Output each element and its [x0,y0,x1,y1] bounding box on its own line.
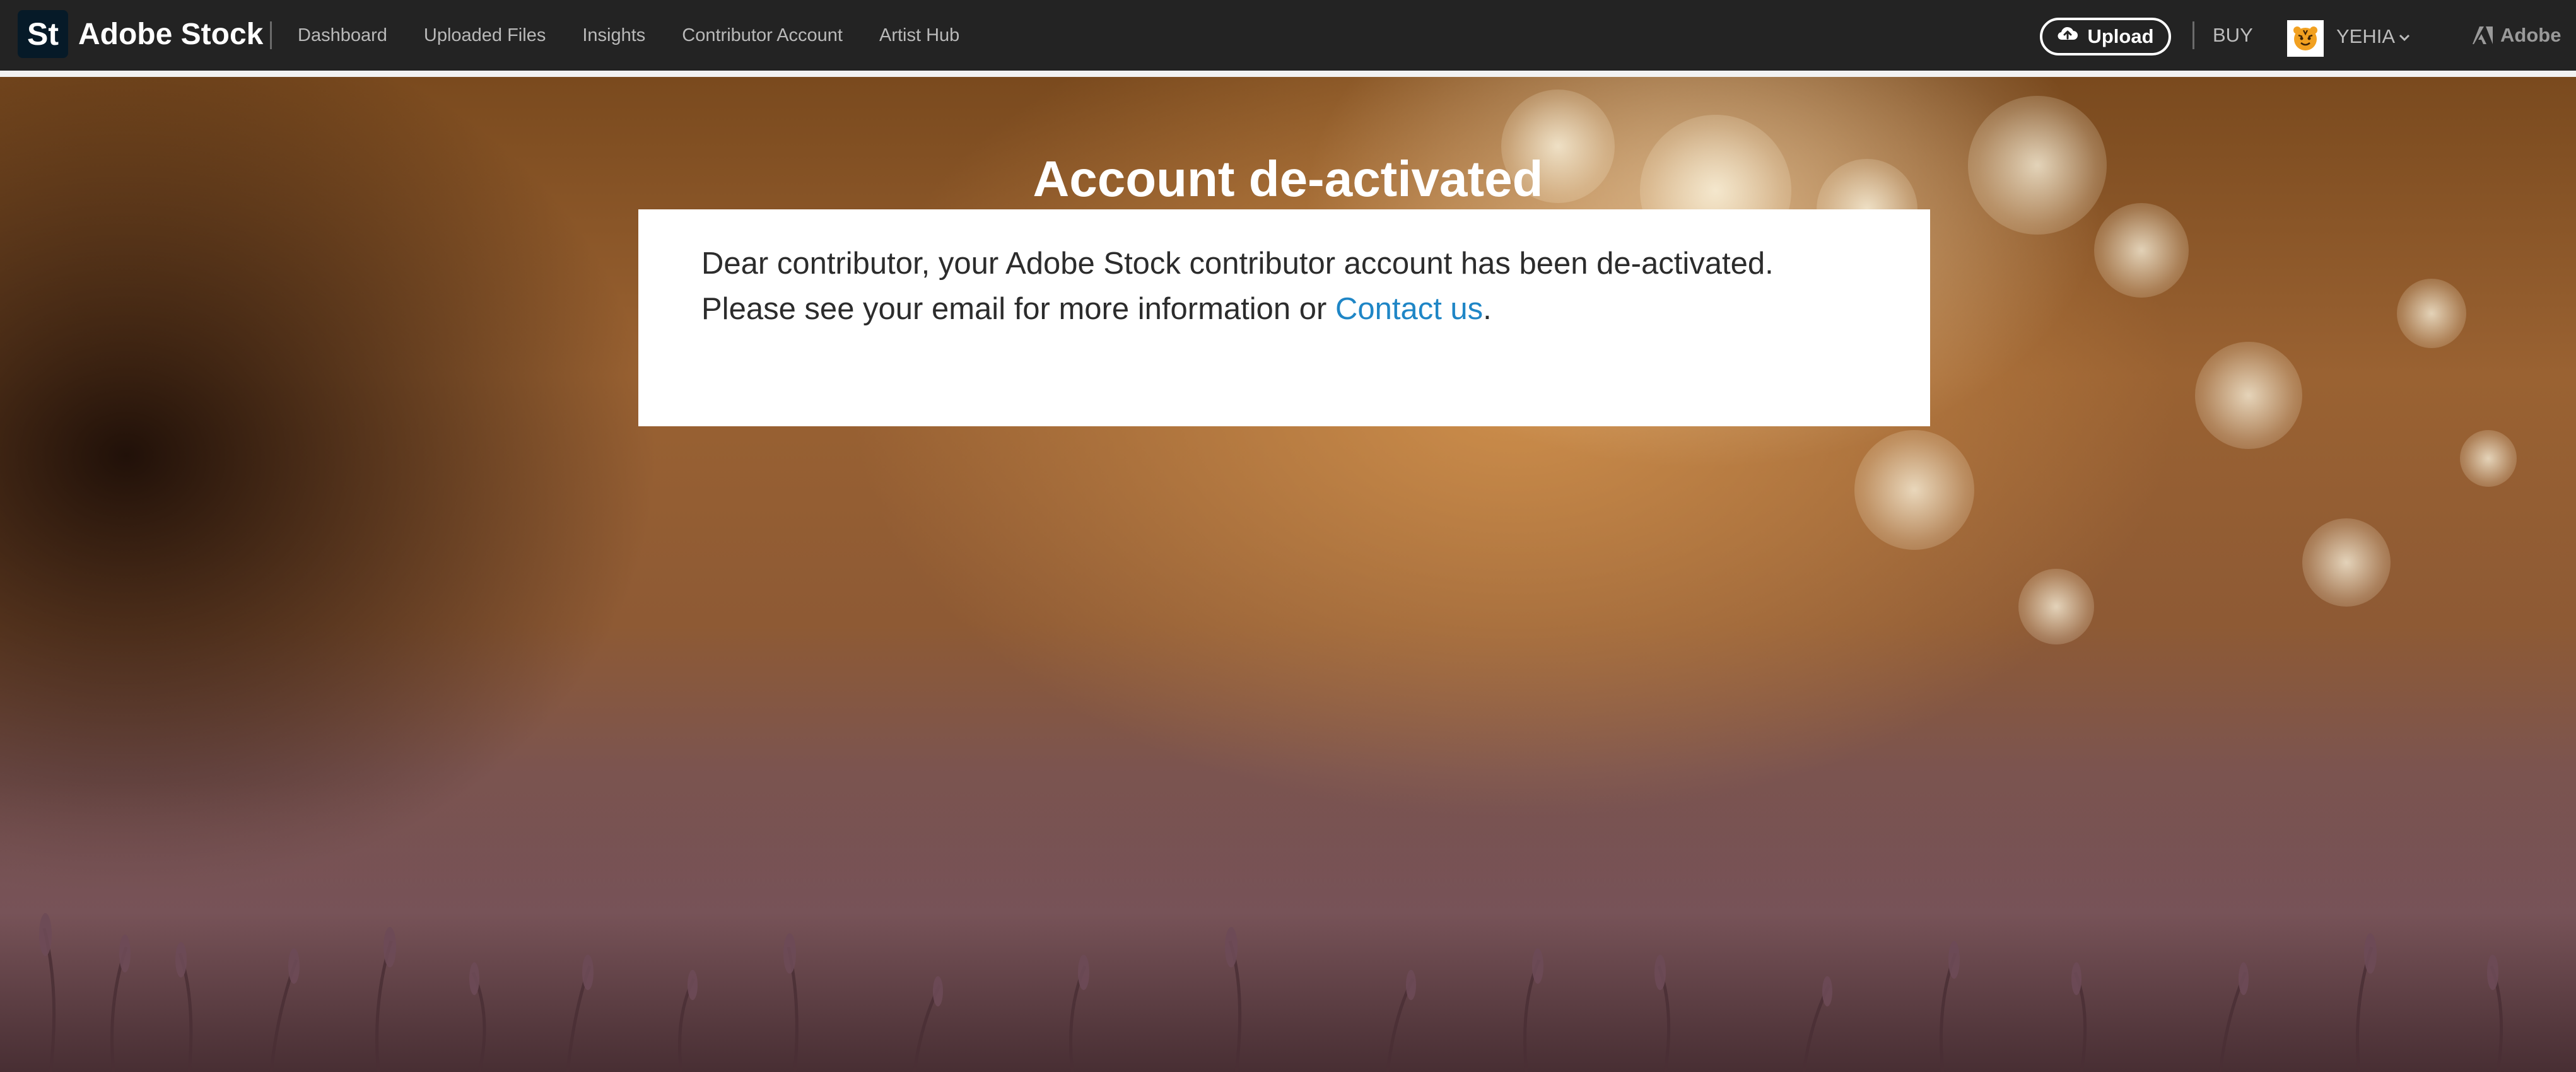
message-body: Dear contributor, your Adobe Stock contr… [701,247,1774,326]
adobe-logo-icon [2473,26,2493,44]
nav-item-insights[interactable]: Insights [582,25,645,46]
page-title: Account de-activated [1033,150,1543,207]
header-underline [0,71,2576,77]
buy-link[interactable]: BUY [2213,21,2253,49]
upload-label: Upload [2087,25,2154,47]
brand-name[interactable]: Adobe Stock [78,14,263,55]
nav-item-contributor-account[interactable]: Contributor Account [682,25,843,46]
nav-item-artist-hub[interactable]: Artist Hub [879,25,959,46]
adobe-stock-logo[interactable]: St [18,10,68,58]
user-menu-name[interactable]: YEHIA [2336,23,2395,50]
deactivation-message: Dear contributor, your Adobe Stock contr… [701,241,1867,332]
tiger-avatar-icon [2293,26,2317,50]
upload-button[interactable]: Upload [2040,18,2171,55]
contact-us-link[interactable]: Contact us [1335,292,1483,326]
cloud-upload-icon [2057,25,2078,49]
main-nav: Dashboard Uploaded Files Insights Contri… [298,18,959,53]
nav-item-uploaded-files[interactable]: Uploaded Files [424,25,546,46]
deactivation-message-card: Dear contributor, your Adobe Stock contr… [638,209,1930,426]
adobe-label: Adobe [2500,24,2561,46]
nav-item-dashboard[interactable]: Dashboard [298,25,387,46]
adobe-link[interactable]: Adobe [2471,21,2561,49]
chevron-down-icon[interactable] [2397,30,2412,45]
brand-divider [270,21,272,49]
message-period: . [1483,292,1492,326]
header-divider [2193,21,2194,49]
avatar[interactable] [2287,20,2324,57]
top-navigation-bar: St Adobe Stock Dashboard Uploaded Files … [0,0,2576,71]
